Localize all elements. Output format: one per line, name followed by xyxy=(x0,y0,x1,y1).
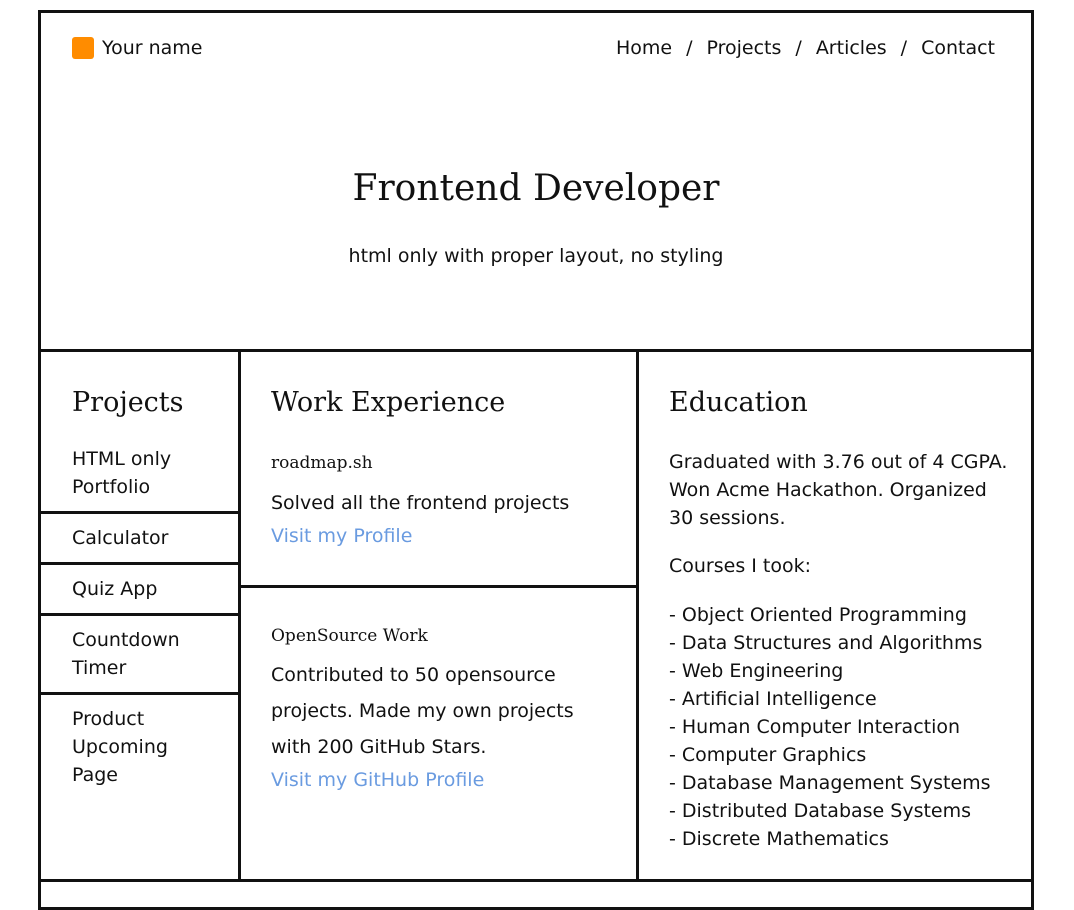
project-divider xyxy=(41,692,238,695)
page-frame: Your name Home / Projects / Articles / C… xyxy=(38,10,1034,910)
nav-projects[interactable]: Projects xyxy=(707,37,782,59)
courses-label: Courses I took: xyxy=(669,555,812,577)
work-company: roadmap.sh xyxy=(271,453,373,473)
nav-articles[interactable]: Articles xyxy=(816,37,887,59)
hero-divider xyxy=(41,349,1031,352)
course-item: - Database Management Systems xyxy=(669,772,991,794)
logo-square-icon xyxy=(72,37,94,59)
profile-link[interactable]: Visit my Profile xyxy=(271,525,412,547)
nav-separator: / xyxy=(900,37,908,59)
project-item[interactable]: Quiz App xyxy=(72,575,222,603)
nav-home[interactable]: Home xyxy=(616,37,672,59)
project-divider xyxy=(41,562,238,565)
nav-separator: / xyxy=(686,37,693,59)
project-divider xyxy=(41,511,238,514)
footer-divider xyxy=(41,879,1031,882)
nav-separator: / xyxy=(795,37,802,59)
work-description: Solved all the frontend projects xyxy=(271,492,570,514)
work-description: Contributed to 50 opensource projects. M… xyxy=(271,664,574,758)
nav-contact[interactable]: Contact xyxy=(921,37,995,59)
course-item: - Computer Graphics xyxy=(669,744,867,766)
project-item[interactable]: Calculator xyxy=(72,524,222,552)
projects-title: Projects xyxy=(72,387,184,418)
education-summary: Graduated with 3.76 out of 4 CGPA. Won A… xyxy=(669,451,1008,529)
github-profile-link[interactable]: Visit my GitHub Profile xyxy=(271,769,484,791)
course-item: - Data Structures and Algorithms xyxy=(669,632,983,654)
work-company: OpenSource Work xyxy=(271,626,428,646)
course-item: - Human Computer Interaction xyxy=(669,716,961,738)
site-logo[interactable]: Your name xyxy=(72,37,202,59)
course-item: - Distributed Database Systems xyxy=(669,800,972,822)
project-item[interactable]: Product Upcoming Page xyxy=(72,705,192,789)
work-experience-title: Work Experience xyxy=(271,387,506,418)
hero-title: Frontend Developer xyxy=(352,168,720,209)
logo-text: Your name xyxy=(102,37,203,59)
work-divider xyxy=(238,585,636,588)
hero-subtitle: html only with proper layout, no styling xyxy=(348,245,724,267)
courses-list: - Object Oriented Programming - Data Str… xyxy=(669,601,991,853)
course-item: - Discrete Mathematics xyxy=(669,828,889,850)
education-column-divider xyxy=(636,351,639,881)
main-nav: Home / Projects / Articles / Contact xyxy=(616,37,995,59)
projects-column-divider xyxy=(238,351,241,881)
project-item[interactable]: Countdown Timer xyxy=(72,626,212,682)
course-item: - Object Oriented Programming xyxy=(669,604,967,626)
course-item: - Artificial Intelligence xyxy=(669,688,877,710)
project-item[interactable]: HTML only Portfolio xyxy=(72,445,222,501)
project-divider xyxy=(41,613,238,616)
course-item: - Web Engineering xyxy=(669,660,844,682)
education-title: Education xyxy=(669,387,808,418)
